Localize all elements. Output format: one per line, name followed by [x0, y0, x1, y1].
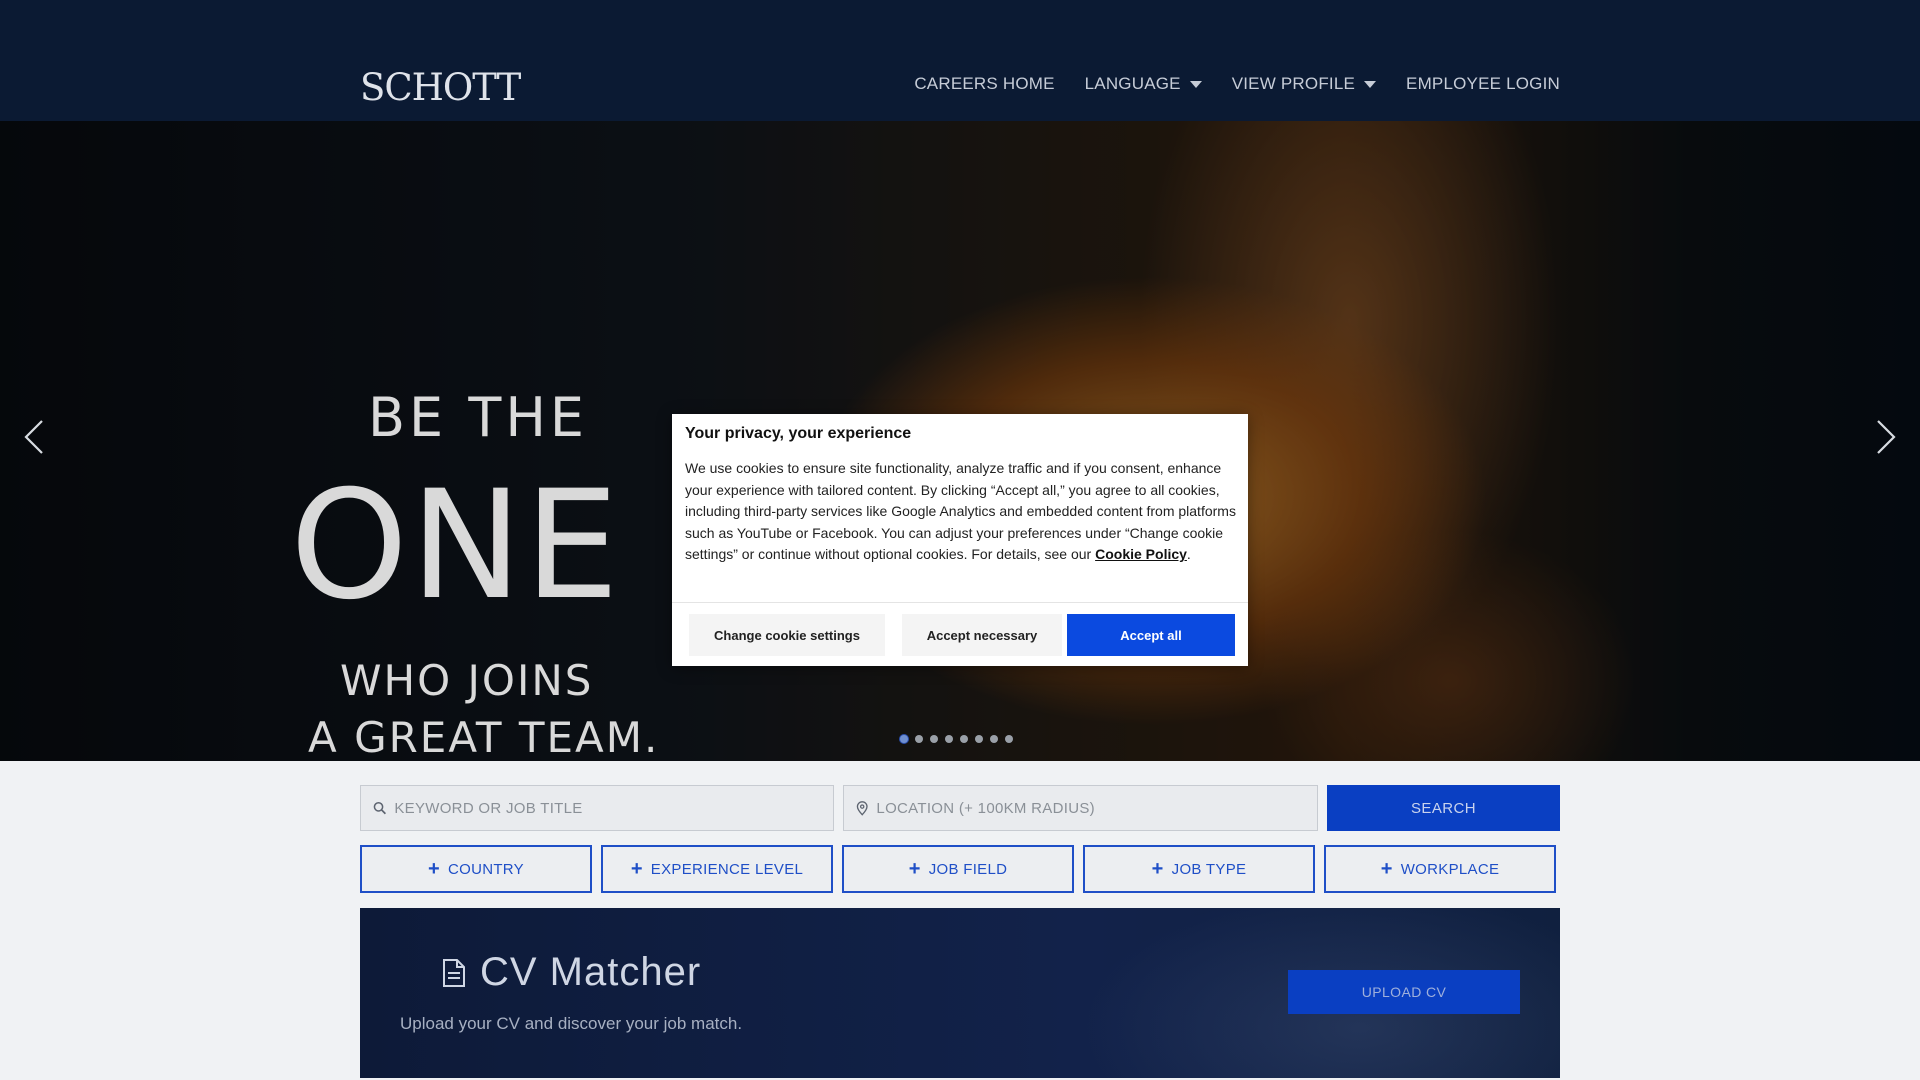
job-search-bar: SEARCH — [360, 785, 1560, 831]
nav-careers-home-label: CAREERS HOME — [914, 74, 1055, 93]
filter-job-field-button[interactable]: + JOB FIELD — [842, 845, 1074, 893]
cookie-dialog-title: Your privacy, your experience — [685, 425, 912, 442]
keyword-input[interactable] — [394, 799, 833, 817]
carousel-dot-5[interactable] — [960, 735, 968, 743]
nav-view-profile-label: VIEW PROFILE — [1231, 74, 1356, 93]
carousel-dot-1[interactable] — [900, 735, 908, 743]
hero-line-2: ONE — [290, 459, 622, 633]
cv-matcher-panel: CV Matcher Upload your CV and discover y… — [360, 908, 1560, 1078]
document-icon — [443, 958, 465, 987]
search-button[interactable]: SEARCH — [1327, 785, 1560, 831]
filter-row: + COUNTRY + EXPERIENCE LEVEL + JOB FIELD… — [360, 845, 1560, 893]
site-header: SCHOTT CAREERS HOME LANGUAGE VIEW PROFIL… — [0, 0, 1920, 121]
plus-icon: + — [428, 858, 440, 880]
cookie-dialog-period: . — [1186, 546, 1191, 563]
filter-experience-level-label: EXPERIENCE LEVEL — [650, 860, 804, 878]
hero-line-3: WHO JOINS — [340, 656, 594, 705]
filter-job-field-label: JOB FIELD — [928, 860, 1008, 878]
carousel-dot-8[interactable] — [1005, 735, 1013, 743]
location-pin-icon — [856, 800, 868, 816]
carousel-prev-arrow-icon[interactable] — [20, 417, 46, 457]
hero-line-1: BE THE — [368, 386, 589, 449]
main-nav: CAREERS HOME LANGUAGE VIEW PROFILE EMPLO… — [914, 74, 1560, 94]
carousel-next-arrow-icon[interactable] — [1874, 417, 1900, 457]
filter-job-type-label: JOB TYPE — [1171, 860, 1247, 878]
nav-careers-home[interactable]: CAREERS HOME — [914, 74, 1054, 94]
filter-workplace-label: WORKPLACE — [1400, 860, 1500, 878]
carousel-dots — [900, 735, 1013, 743]
search-icon — [373, 801, 386, 815]
filter-experience-level-button[interactable]: + EXPERIENCE LEVEL — [601, 845, 833, 893]
cv-matcher-title: CV Matcher — [480, 950, 702, 994]
carousel-dot-2[interactable] — [915, 735, 923, 743]
location-field — [843, 785, 1318, 831]
cookie-policy-link[interactable]: Cookie Policy — [1095, 546, 1187, 562]
plus-icon: + — [1380, 858, 1393, 880]
nav-language-label: LANGUAGE — [1084, 74, 1181, 93]
carousel-dot-6[interactable] — [975, 735, 983, 743]
hero-line-4: A GREAT TEAM. — [308, 713, 660, 761]
caret-down-icon — [1364, 80, 1377, 88]
filter-country-label: COUNTRY — [447, 860, 524, 878]
cookie-consent-dialog: Your privacy, your experience We use coo… — [672, 414, 1248, 666]
nav-language[interactable]: LANGUAGE — [1085, 74, 1202, 94]
location-input[interactable] — [876, 799, 1317, 817]
carousel-dot-4[interactable] — [945, 735, 953, 743]
nav-employee-login-label: EMPLOYEE LOGIN — [1406, 74, 1560, 93]
nav-employee-login[interactable]: EMPLOYEE LOGIN — [1406, 74, 1560, 94]
plus-icon: + — [908, 858, 921, 880]
cv-matcher-subtitle: Upload your CV and discover your job mat… — [400, 1014, 743, 1033]
upload-cv-button[interactable]: UPLOAD CV — [1288, 970, 1520, 1014]
accept-necessary-button[interactable]: Accept necessary — [902, 614, 1062, 656]
plus-icon: + — [630, 858, 643, 880]
keyword-field — [360, 785, 834, 831]
change-cookie-settings-button[interactable]: Change cookie settings — [689, 614, 885, 656]
cookie-dialog-divider — [672, 602, 1248, 603]
cookie-dialog-body: We use cookies to ensure site functional… — [685, 458, 1237, 566]
accept-all-button[interactable]: Accept all — [1067, 614, 1235, 656]
carousel-dot-3[interactable] — [930, 735, 938, 743]
schott-logo[interactable]: SCHOTT — [360, 66, 521, 109]
filter-country-button[interactable]: + COUNTRY — [360, 845, 592, 893]
cv-matcher-heading: CV Matcher — [442, 950, 701, 995]
filter-job-type-button[interactable]: + JOB TYPE — [1083, 845, 1315, 893]
filter-workplace-button[interactable]: + WORKPLACE — [1324, 845, 1556, 893]
plus-icon: + — [1151, 858, 1164, 880]
nav-view-profile[interactable]: VIEW PROFILE — [1231, 74, 1377, 94]
caret-down-icon — [1189, 80, 1202, 88]
carousel-dot-7[interactable] — [990, 735, 998, 743]
